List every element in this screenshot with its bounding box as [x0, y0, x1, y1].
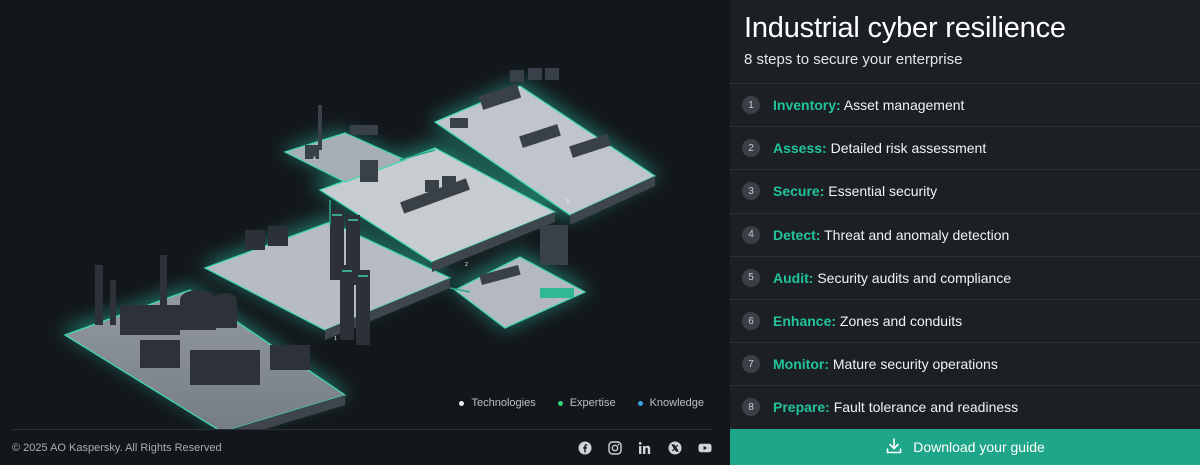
- step-text: Zones and conduits: [836, 313, 963, 330]
- panel-subtitle: 8 steps to secure your enterprise: [744, 51, 963, 68]
- step-text: Fault tolerance and readiness: [829, 399, 1019, 416]
- legend-item-technologies: Technologies: [459, 397, 536, 409]
- youtube-icon[interactable]: [698, 441, 712, 455]
- step-label: Secure: Essential security: [773, 183, 937, 199]
- legend-dot-knowledge: [637, 400, 643, 406]
- svg-text:3: 3: [566, 199, 569, 205]
- legend-item-expertise: Expertise: [557, 397, 616, 409]
- step-text: Asset management: [840, 97, 965, 114]
- industrial-facility-illustration: 0 1 2 3 4: [60, 68, 660, 430]
- steps-list: 1 Inventory: Asset management 2 Assess: …: [730, 83, 1200, 429]
- step-number: 2: [742, 139, 760, 158]
- steps-panel: Industrial cyber resilience 8 steps to s…: [730, 0, 1200, 465]
- step-label: Detect: Threat and anomaly detection: [773, 227, 1009, 243]
- step-label: Assess: Detailed risk assessment: [773, 140, 986, 156]
- step-key: Enhance:: [773, 313, 837, 330]
- step-key: Inventory:: [773, 97, 841, 114]
- page: 0 1 2 3 4 Technologies Expertise: [0, 0, 1200, 465]
- download-icon: [885, 437, 903, 458]
- legend-label: Technologies: [471, 397, 536, 409]
- step-item[interactable]: 3 Secure: Essential security: [730, 169, 1200, 212]
- legend-label: Knowledge: [649, 397, 704, 409]
- download-guide-button[interactable]: Download your guide: [730, 429, 1200, 465]
- x-icon[interactable]: [668, 441, 682, 455]
- step-item[interactable]: 8 Prepare: Fault tolerance and readiness: [730, 385, 1200, 428]
- copyright-text: © 2025 AO Kaspersky. All Rights Reserved: [12, 442, 222, 454]
- svg-text:4: 4: [313, 156, 316, 162]
- step-item[interactable]: 2 Assess: Detailed risk assessment: [730, 126, 1200, 169]
- step-key: Monitor:: [773, 356, 829, 373]
- step-item[interactable]: 1 Inventory: Asset management: [730, 83, 1200, 126]
- step-number: 3: [742, 182, 760, 201]
- instagram-icon[interactable]: [608, 441, 622, 455]
- illustration-pane: 0 1 2 3 4 Technologies Expertise: [0, 0, 730, 465]
- facebook-icon[interactable]: [578, 441, 592, 455]
- step-text: Detailed risk assessment: [826, 140, 987, 157]
- step-number: 1: [742, 96, 760, 115]
- step-number: 7: [742, 355, 760, 374]
- step-text: Threat and anomaly detection: [820, 226, 1010, 243]
- step-text: Essential security: [824, 183, 938, 200]
- step-key: Secure:: [773, 183, 825, 200]
- step-text: Security audits and compliance: [813, 269, 1012, 286]
- social-links: [578, 441, 712, 455]
- step-key: Audit:: [773, 269, 814, 286]
- svg-text:1: 1: [334, 336, 337, 342]
- legend-item-knowledge: Knowledge: [637, 397, 704, 409]
- step-label: Enhance: Zones and conduits: [773, 313, 962, 329]
- step-number: 6: [742, 312, 760, 331]
- illustration-legend: Technologies Expertise Knowledge: [459, 397, 704, 409]
- linkedin-icon[interactable]: [638, 441, 652, 455]
- legend-dot-expertise: [557, 400, 563, 406]
- step-label: Inventory: Asset management: [773, 97, 964, 113]
- step-key: Detect:: [773, 226, 821, 243]
- step-number: 8: [742, 398, 760, 417]
- step-key: Assess:: [773, 140, 827, 157]
- step-label: Audit: Security audits and compliance: [773, 270, 1011, 286]
- step-number: 4: [742, 225, 760, 244]
- legend-label: Expertise: [569, 397, 616, 409]
- step-item[interactable]: 5 Audit: Security audits and compliance: [730, 255, 1200, 299]
- svg-text:2: 2: [465, 262, 468, 268]
- step-text: Mature security operations: [828, 356, 998, 373]
- download-guide-label: Download your guide: [913, 439, 1045, 455]
- step-label: Prepare: Fault tolerance and readiness: [773, 399, 1018, 415]
- step-label: Monitor: Mature security operations: [773, 356, 998, 372]
- panel-title: Industrial cyber resilience: [744, 12, 1066, 44]
- step-key: Prepare:: [773, 399, 830, 416]
- step-item[interactable]: 6 Enhance: Zones and conduits: [730, 298, 1200, 342]
- step-item[interactable]: 4 Detect: Threat and anomaly detection: [730, 212, 1200, 256]
- footer-divider: [12, 429, 712, 430]
- step-number: 5: [742, 268, 760, 287]
- legend-dot-technologies: [459, 400, 465, 406]
- step-item[interactable]: 7 Monitor: Mature security operations: [730, 342, 1200, 385]
